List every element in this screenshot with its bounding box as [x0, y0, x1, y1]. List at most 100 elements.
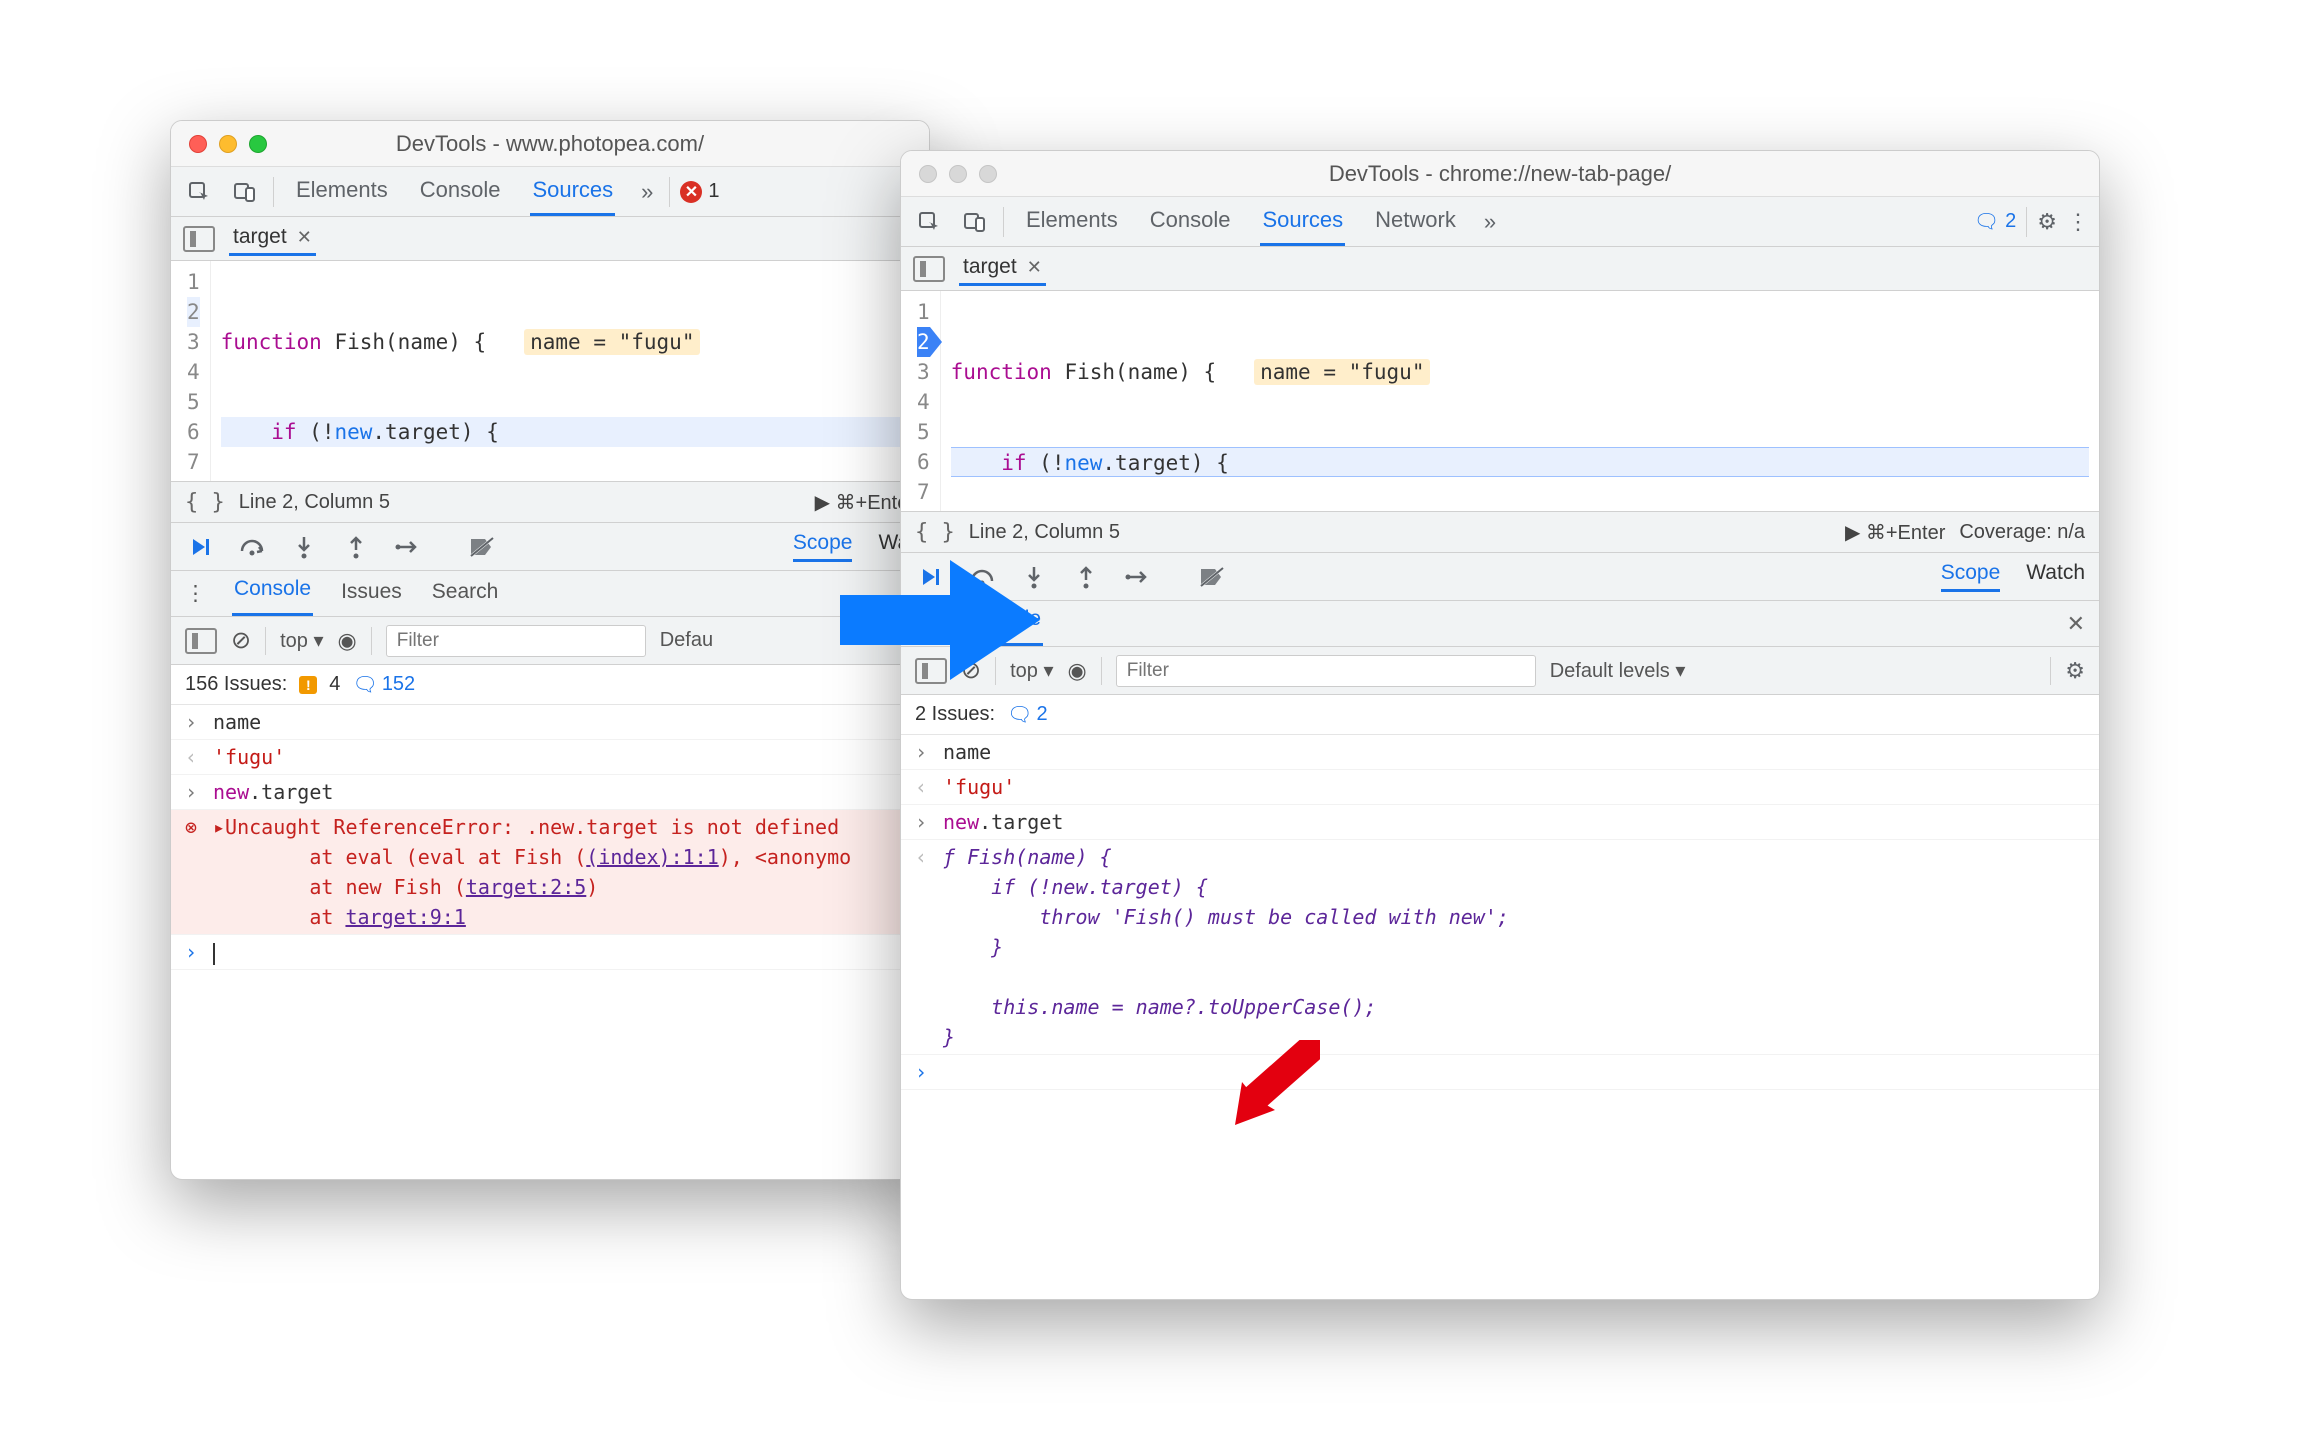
console-settings-gear-icon[interactable]: ⚙ — [2065, 658, 2085, 684]
console-output-function[interactable]: ƒ Fish(name) { if (!new.target) { throw … — [943, 842, 2085, 1052]
source-link[interactable]: target:9:1 — [345, 905, 465, 929]
titlebar-left: DevTools - www.photopea.com/ — [171, 121, 929, 167]
code-editor[interactable]: 1234567 function Fish(name) { name = "fu… — [901, 291, 2099, 511]
drawer-header: ⋮ Console Issues Search — [171, 571, 929, 617]
tab-sources[interactable]: Sources — [530, 167, 615, 216]
more-tabs-icon[interactable]: » — [635, 179, 659, 205]
line-gutter: 1234567 — [171, 261, 211, 481]
close-dot-icon[interactable] — [919, 165, 937, 183]
input-arrow-icon: › — [185, 707, 203, 737]
zoom-dot-icon[interactable] — [249, 135, 267, 153]
tab-network[interactable]: Network — [1373, 197, 1458, 246]
file-tab-target[interactable]: target ✕ — [229, 221, 316, 256]
console-output: 'fugu' — [943, 772, 2085, 802]
console-error[interactable]: ⊗ ▸Uncaught ReferenceError: .new.target … — [171, 810, 929, 935]
tab-console[interactable]: Console — [1148, 197, 1233, 246]
inspect-icon[interactable] — [181, 174, 217, 210]
titlebar-right: DevTools - chrome://new-tab-page/ — [901, 151, 2099, 197]
minimize-dot-icon[interactable] — [219, 135, 237, 153]
code-area[interactable]: function Fish(name) { name = "fugu" if (… — [211, 261, 929, 481]
error-icon: ⊗ — [185, 812, 203, 842]
tab-sources[interactable]: Sources — [1260, 197, 1345, 246]
settings-gear-icon[interactable]: ⚙ — [2037, 209, 2057, 235]
kebab-icon[interactable]: ⋮ — [185, 581, 206, 606]
step-out-icon[interactable] — [1071, 562, 1101, 592]
tab-console[interactable]: Console — [232, 571, 313, 616]
traffic-lights — [171, 135, 267, 153]
issues-summary[interactable]: 156 Issues: !4 🗨152 — [171, 665, 929, 705]
transition-arrow-icon — [830, 550, 1050, 690]
separator — [371, 627, 372, 655]
separator — [2026, 207, 2027, 237]
resume-icon[interactable] — [185, 532, 215, 562]
kebab-icon[interactable]: ⋮ — [2067, 209, 2089, 235]
input-arrow-icon: › — [185, 777, 203, 807]
console-body[interactable]: ›name ‹'fugu' ›new.target ⊗ ▸Uncaught Re… — [171, 705, 929, 970]
info-count: 152 — [382, 673, 415, 696]
tab-watch[interactable]: Watch — [2026, 561, 2085, 592]
message-count-badge[interactable]: 🗨2 — [1974, 209, 2017, 234]
console-filter-bar: ⊘ top ▾ ◉ Default levels ▾ ⚙ — [901, 647, 2099, 695]
log-levels-selector[interactable]: Defau — [660, 629, 713, 652]
separator — [1003, 207, 1004, 237]
debugger-toolbar: Scope Wat — [171, 523, 929, 571]
step-icon[interactable] — [393, 532, 423, 562]
input-arrow-icon: › — [185, 937, 203, 967]
more-tabs-icon[interactable]: » — [1478, 209, 1502, 235]
error-count-badge[interactable]: ✕ 1 — [680, 180, 719, 203]
drawer-header: ⋮ Console ✕ — [901, 601, 2099, 647]
close-dot-icon[interactable] — [189, 135, 207, 153]
console-prompt[interactable] — [213, 937, 915, 967]
filter-input[interactable] — [1116, 655, 1536, 687]
navigator-toggle-icon[interactable] — [183, 226, 215, 252]
source-link[interactable]: (index):1:1 — [586, 845, 718, 869]
tab-issues[interactable]: Issues — [339, 571, 404, 616]
live-expression-icon[interactable]: ◉ — [338, 628, 357, 654]
minimize-dot-icon[interactable] — [949, 165, 967, 183]
console-sidebar-toggle-icon[interactable] — [185, 628, 217, 654]
step-icon[interactable] — [1123, 562, 1153, 592]
pretty-print-icon[interactable]: { } — [915, 520, 955, 545]
tab-elements[interactable]: Elements — [1024, 197, 1120, 246]
step-over-icon[interactable] — [237, 532, 267, 562]
zoom-dot-icon[interactable] — [979, 165, 997, 183]
close-icon[interactable]: ✕ — [297, 227, 312, 248]
log-levels-selector[interactable]: Default levels ▾ — [1550, 658, 1686, 683]
code-area[interactable]: function Fish(name) { name = "fugu" if (… — [941, 291, 2099, 511]
close-icon[interactable]: ✕ — [1027, 257, 1042, 278]
tab-console[interactable]: Console — [418, 167, 503, 216]
tab-elements[interactable]: Elements — [294, 167, 390, 216]
devtools-toolbar: Elements Console Sources Network » 🗨2 ⚙ … — [901, 197, 2099, 247]
msg-count: 2 — [2005, 210, 2016, 233]
step-out-icon[interactable] — [341, 532, 371, 562]
tab-search[interactable]: Search — [430, 571, 501, 616]
devtools-window-left: DevTools - www.photopea.com/ Elements Co… — [170, 120, 930, 1180]
deactivate-breakpoints-icon[interactable] — [467, 532, 497, 562]
deactivate-breakpoints-icon[interactable] — [1197, 562, 1227, 592]
tab-scope[interactable]: Scope — [1941, 561, 2001, 592]
file-tabs-row: target ✕ — [901, 247, 2099, 291]
navigator-toggle-icon[interactable] — [913, 256, 945, 282]
inspect-icon[interactable] — [911, 204, 947, 240]
close-drawer-icon[interactable]: ✕ — [2067, 611, 2085, 637]
source-link[interactable]: target:2:5 — [466, 875, 586, 899]
context-selector[interactable]: top ▾ — [280, 628, 323, 653]
console-body[interactable]: ›name ‹'fugu' ›new.target ‹ ƒ Fish(name)… — [901, 735, 2099, 1090]
step-into-icon[interactable] — [289, 532, 319, 562]
code-editor[interactable]: 1234567 function Fish(name) { name = "fu… — [171, 261, 929, 481]
device-toggle-icon[interactable] — [957, 204, 993, 240]
editor-statusbar: { } Line 2, Column 5 ▶ ⌘+Enter Coverage:… — [901, 511, 2099, 553]
error-body: ▸Uncaught ReferenceError: .new.target is… — [213, 812, 915, 932]
error-icon: ✕ — [680, 181, 702, 203]
error-count: 1 — [708, 180, 719, 203]
device-toggle-icon[interactable] — [227, 174, 263, 210]
cursor-position: Line 2, Column 5 — [239, 491, 390, 514]
sidebar-pane-tabs: Scope Watch — [1941, 561, 2085, 592]
separator — [273, 177, 274, 207]
issues-summary[interactable]: 2 Issues: 🗨2 — [901, 695, 2099, 735]
live-expression-icon[interactable]: ◉ — [1068, 658, 1087, 684]
pretty-print-icon[interactable]: { } — [185, 490, 225, 515]
filter-input[interactable] — [386, 625, 646, 657]
file-tab-target[interactable]: target ✕ — [959, 251, 1046, 286]
clear-console-icon[interactable]: ⊘ — [231, 626, 251, 655]
